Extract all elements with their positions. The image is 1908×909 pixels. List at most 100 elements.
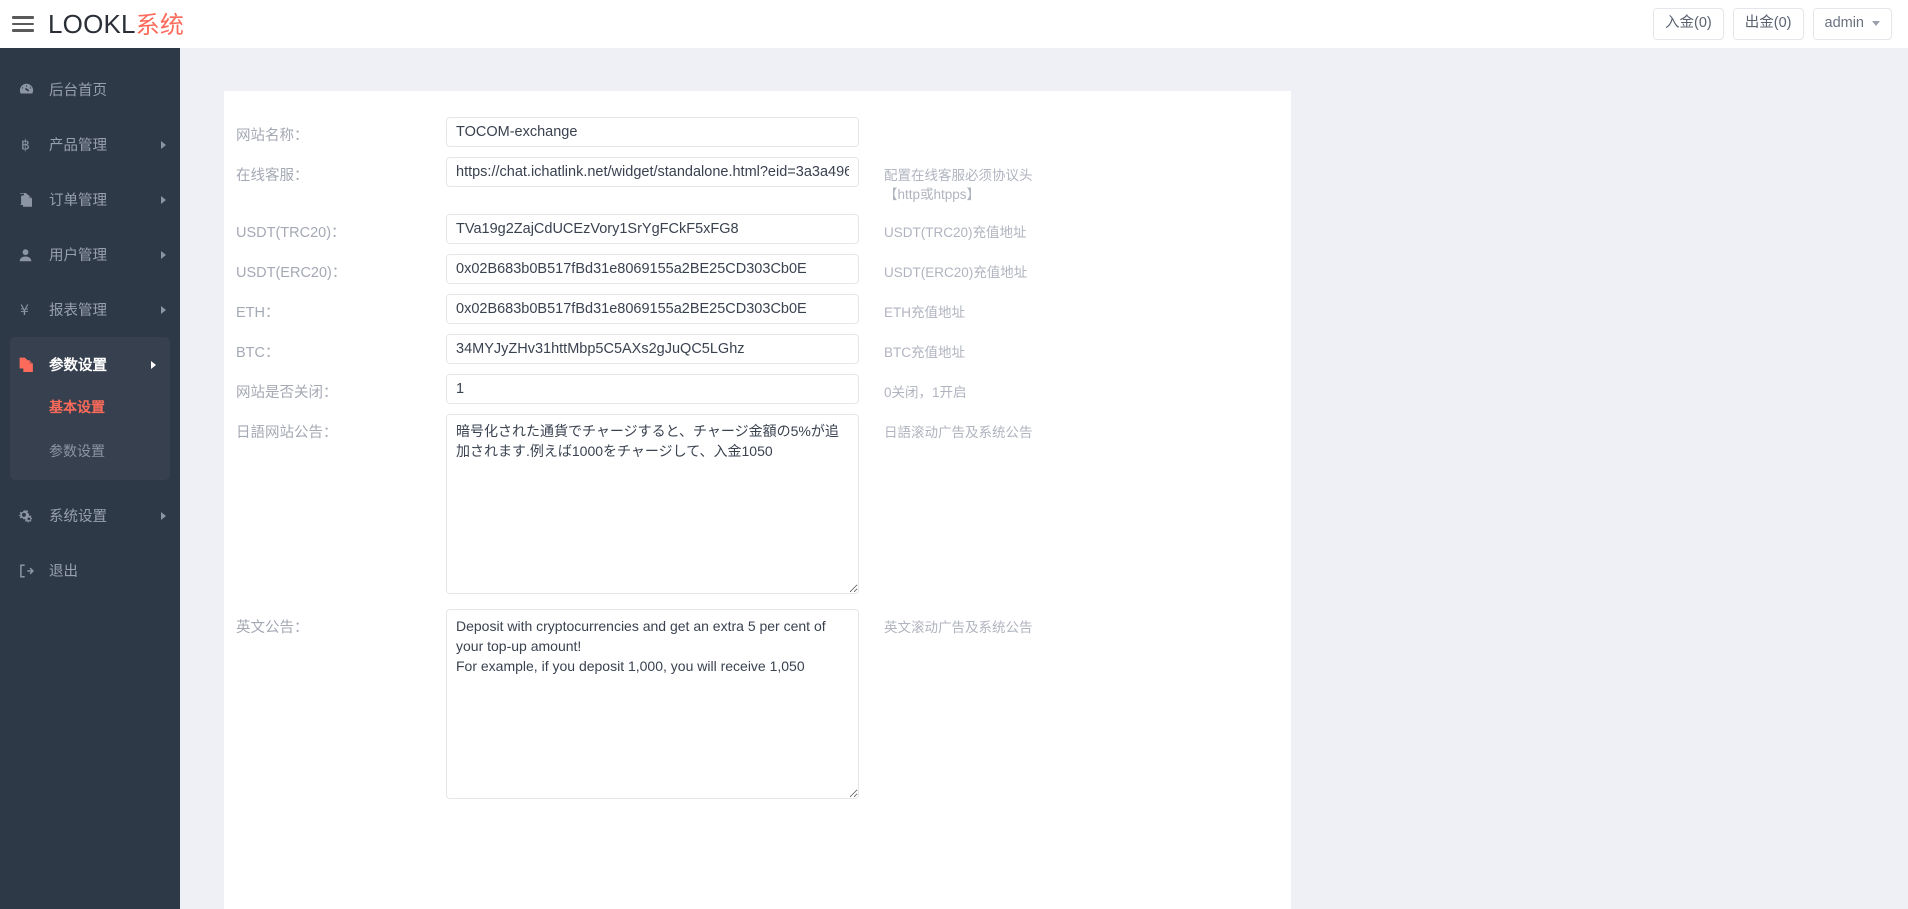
file-copy-icon (18, 356, 38, 373)
jp-notice-textarea[interactable] (446, 414, 859, 594)
btc-label: BTC： (224, 334, 446, 363)
hamburger-icon[interactable] (12, 16, 34, 32)
btc-field-wrap (446, 334, 859, 364)
en-notice-textarea[interactable] (446, 609, 859, 799)
user-menu-label: admin (1825, 15, 1865, 32)
sidebar-item-parameter-settings[interactable]: 参数设置 (10, 337, 170, 392)
jp-notice-label: 日語网站公告： (224, 414, 446, 443)
jp-notice-help: 日語滚动广告及系统公告 (859, 414, 1291, 442)
sidebar-item-label: 订单管理 (49, 189, 161, 210)
eth-help: ETH充值地址 (859, 294, 1291, 322)
row-spacer (224, 147, 1291, 157)
sidebar-item-user-management[interactable]: 用户管理 (0, 227, 180, 282)
chevron-right-icon (161, 512, 166, 520)
form-row-site-name: 网站名称： (224, 117, 1291, 147)
chevron-right-icon (161, 196, 166, 204)
btc-input[interactable] (446, 334, 859, 364)
sidebar-subitem-parameter-settings[interactable]: 参数设置 (10, 436, 170, 466)
usdt-erc20-input[interactable] (446, 254, 859, 284)
site-name-help (859, 117, 1291, 126)
site-closed-field-wrap (446, 374, 859, 404)
svg-text:฿: ฿ (21, 138, 30, 154)
sign-out-icon (18, 563, 38, 579)
brand-secondary-text: 系统 (136, 14, 184, 38)
user-menu-button[interactable]: admin (1813, 8, 1893, 40)
btc-help: BTC充值地址 (859, 334, 1291, 362)
dashboard-icon (18, 81, 38, 98)
form-row-btc: BTC： BTC充值地址 (224, 334, 1291, 364)
deposit-button[interactable]: 入金(0) (1653, 8, 1724, 40)
online-service-field-wrap (446, 157, 859, 187)
eth-field-wrap (446, 294, 859, 324)
form-row-jp-notice: 日語网站公告： 日語滚动广告及系统公告 (224, 414, 1291, 599)
usdt-trc20-input[interactable] (446, 214, 859, 244)
row-spacer (224, 599, 1291, 609)
sidebar-submenu-bottom-spacer (10, 466, 170, 480)
top-header-actions: 入金(0) 出金(0) admin (1653, 8, 1892, 40)
settings-form-card: 网站名称： 在线客服： 配置在线客服必须协议头【http或htpps】 USDT… (224, 91, 1291, 909)
sidebar-item-logout[interactable]: 退出 (0, 543, 180, 598)
sidebar-item-order-management[interactable]: 订单管理 (0, 172, 180, 227)
sidebar-item-label: 系统设置 (49, 505, 161, 526)
usdt-erc20-label: USDT(ERC20)： (224, 254, 446, 283)
jp-notice-field-wrap (446, 414, 859, 599)
site-name-label: 网站名称： (224, 117, 446, 146)
sidebar-item-label: 退出 (49, 560, 166, 581)
usdt-trc20-help: USDT(TRC20)充值地址 (859, 214, 1291, 242)
yen-icon: ¥ (18, 302, 38, 318)
svg-text:¥: ¥ (20, 303, 29, 318)
row-spacer (224, 244, 1291, 254)
sidebar-subitem-basic-settings[interactable]: 基本设置 (10, 392, 170, 422)
en-notice-help: 英文滚动广告及系统公告 (859, 609, 1291, 637)
row-spacer (224, 404, 1291, 414)
form-row-online-service: 在线客服： 配置在线客服必须协议头【http或htpps】 (224, 157, 1291, 204)
sidebar-item-label: 用户管理 (49, 244, 161, 265)
copy-icon (18, 192, 38, 208)
sidebar-subitem-label: 参数设置 (49, 441, 105, 461)
sidebar-top-spacer (0, 48, 180, 62)
en-notice-field-wrap (446, 609, 859, 804)
online-service-label: 在线客服： (224, 157, 446, 186)
sidebar-item-report-management[interactable]: ¥ 报表管理 (0, 282, 180, 337)
sidebar-nav: 后台首页 ฿ 产品管理 订单管理 用户管理 ¥ 报表管理 (0, 48, 180, 909)
gears-icon (18, 508, 38, 524)
chevron-right-icon (161, 306, 166, 314)
brand-logo[interactable]: LOOKL 系统 (48, 11, 184, 38)
withdraw-button[interactable]: 出金(0) (1733, 8, 1804, 40)
row-spacer (224, 204, 1291, 214)
site-name-input[interactable] (446, 117, 859, 147)
site-name-field-wrap (446, 117, 859, 147)
usdt-trc20-field-wrap (446, 214, 859, 244)
sidebar-subitem-label: 基本设置 (49, 397, 105, 417)
en-notice-label: 英文公告： (224, 609, 446, 638)
sidebar-item-system-settings[interactable]: 系统设置 (0, 488, 180, 543)
online-service-input[interactable] (446, 157, 859, 187)
site-closed-label: 网站是否关闭： (224, 374, 446, 403)
card-top-spacer (224, 91, 1291, 117)
bitcoin-icon: ฿ (18, 136, 38, 153)
top-header-bar: LOOKL 系统 入金(0) 出金(0) admin (0, 0, 1908, 48)
sidebar-item-label: 报表管理 (49, 299, 161, 320)
chevron-right-icon (161, 251, 166, 259)
sidebar-group-parameter-settings: 参数设置 基本设置 参数设置 (10, 337, 170, 480)
sidebar-subitem-spacer (10, 422, 170, 436)
site-closed-help: 0关闭，1开启 (859, 374, 1291, 402)
sidebar-item-product-management[interactable]: ฿ 产品管理 (0, 117, 180, 172)
eth-label: ETH： (224, 294, 446, 323)
sidebar-item-label: 产品管理 (49, 134, 161, 155)
chevron-right-icon (151, 361, 156, 369)
brand-primary-text: LOOKL (48, 11, 136, 37)
usdt-erc20-help: USDT(ERC20)充值地址 (859, 254, 1291, 282)
sidebar-item-dashboard[interactable]: 后台首页 (0, 62, 180, 117)
user-icon (18, 247, 38, 263)
row-spacer (224, 364, 1291, 374)
usdt-trc20-label: USDT(TRC20)： (224, 214, 446, 243)
site-closed-input[interactable] (446, 374, 859, 404)
online-service-help: 配置在线客服必须协议头【http或htpps】 (859, 157, 1039, 204)
row-spacer (224, 324, 1291, 334)
chevron-right-icon (161, 141, 166, 149)
row-spacer (224, 284, 1291, 294)
eth-input[interactable] (446, 294, 859, 324)
main-content-area: 网站名称： 在线客服： 配置在线客服必须协议头【http或htpps】 USDT… (180, 48, 1908, 909)
form-row-site-closed: 网站是否关闭： 0关闭，1开启 (224, 374, 1291, 404)
